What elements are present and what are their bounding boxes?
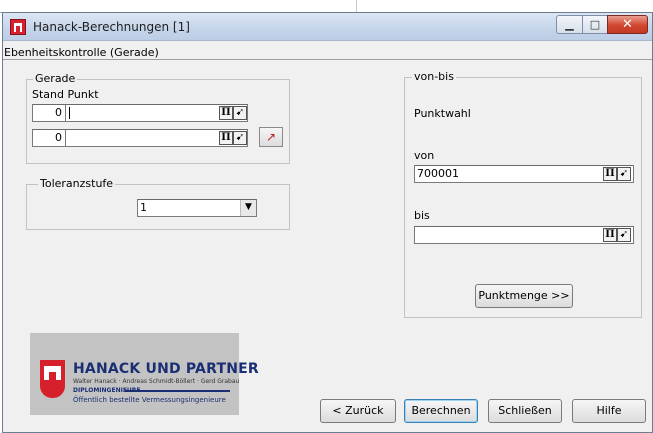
line-tool-button[interactable]: ↗ [259, 127, 283, 147]
point-select-icon[interactable]: ➹ [617, 167, 631, 181]
toleranz-legend: Toleranzstufe [38, 177, 116, 190]
stand-number-2[interactable]: 0 [32, 129, 66, 147]
point-select-icon[interactable]: ➹ [233, 131, 247, 145]
punktmenge-button[interactable]: Punktmenge >> [475, 284, 573, 308]
von-input-value: 700001 [417, 167, 459, 180]
dialog-window: Hanack-Berechnungen [1] ▁ □ ✕ Ebenheitsk… [2, 12, 653, 433]
bis-input-value [415, 228, 417, 241]
point-pick-icon[interactable]: Π [219, 131, 233, 145]
gerade-legend: Gerade [33, 72, 78, 85]
company-logo: HANACK UND PARTNER Walter Hanack · Andre… [30, 333, 259, 415]
logo-partners: Walter Hanack · Andreas Schmidt-Böllert … [73, 378, 240, 385]
toleranz-select[interactable]: 1 ▼ [137, 199, 257, 217]
minimize-icon: ▁ [565, 18, 574, 31]
maximize-button[interactable]: □ [582, 15, 608, 34]
vonbis-legend: von-bis [412, 70, 456, 83]
von-input[interactable]: 700001 [414, 165, 634, 183]
close-button[interactable]: ✕ [607, 15, 648, 34]
chevron-down-icon[interactable]: ▼ [240, 200, 256, 216]
stand-punkt-header: Stand Punkt [32, 88, 99, 101]
von-label: von [414, 149, 435, 162]
point-pick-icon[interactable]: Π [603, 167, 617, 181]
text-caret [69, 107, 70, 119]
point-pick-icon[interactable]: Π [219, 106, 233, 120]
logo-divider [125, 390, 230, 392]
form-subtitle: Ebenheitskontrolle (Gerade) [4, 46, 159, 59]
bis-label: bis [414, 209, 430, 222]
point-pick-icon[interactable]: Π [603, 228, 617, 242]
hamburg-crest-icon [10, 19, 26, 35]
back-button[interactable]: < Zurück [320, 399, 396, 423]
minimize-button[interactable]: ▁ [556, 15, 583, 34]
caption-buttons: ▁ □ ✕ [556, 15, 648, 34]
close-icon: ✕ [622, 17, 633, 32]
hamburg-crest-logo-icon [40, 360, 65, 398]
point-select-icon[interactable]: ➹ [617, 228, 631, 242]
point-input-2-value [66, 131, 68, 144]
window-title: Hanack-Berechnungen [1] [33, 20, 190, 34]
point-input-1-value [66, 106, 68, 119]
point-select-icon[interactable]: ➹ [233, 106, 247, 120]
subtitle-divider [3, 59, 652, 60]
title-bar[interactable]: Hanack-Berechnungen [1] ▁ □ ✕ [3, 13, 652, 41]
calculate-button[interactable]: Berechnen [404, 399, 478, 423]
logo-tagline: Öffentlich bestellte Vermessungsingenieu… [73, 396, 226, 404]
maximize-icon: □ [589, 18, 601, 31]
punktwahl-label: Punktwahl [414, 107, 471, 120]
line-tool-icon: ↗ [265, 130, 277, 144]
close-dialog-button[interactable]: Schließen [488, 399, 562, 423]
toleranz-selected-value: 1 [140, 201, 147, 214]
logo-company-name: HANACK UND PARTNER [73, 361, 259, 377]
help-button[interactable]: Hilfe [572, 399, 646, 423]
stand-number-1[interactable]: 0 [32, 104, 66, 122]
bis-input[interactable] [414, 226, 634, 244]
